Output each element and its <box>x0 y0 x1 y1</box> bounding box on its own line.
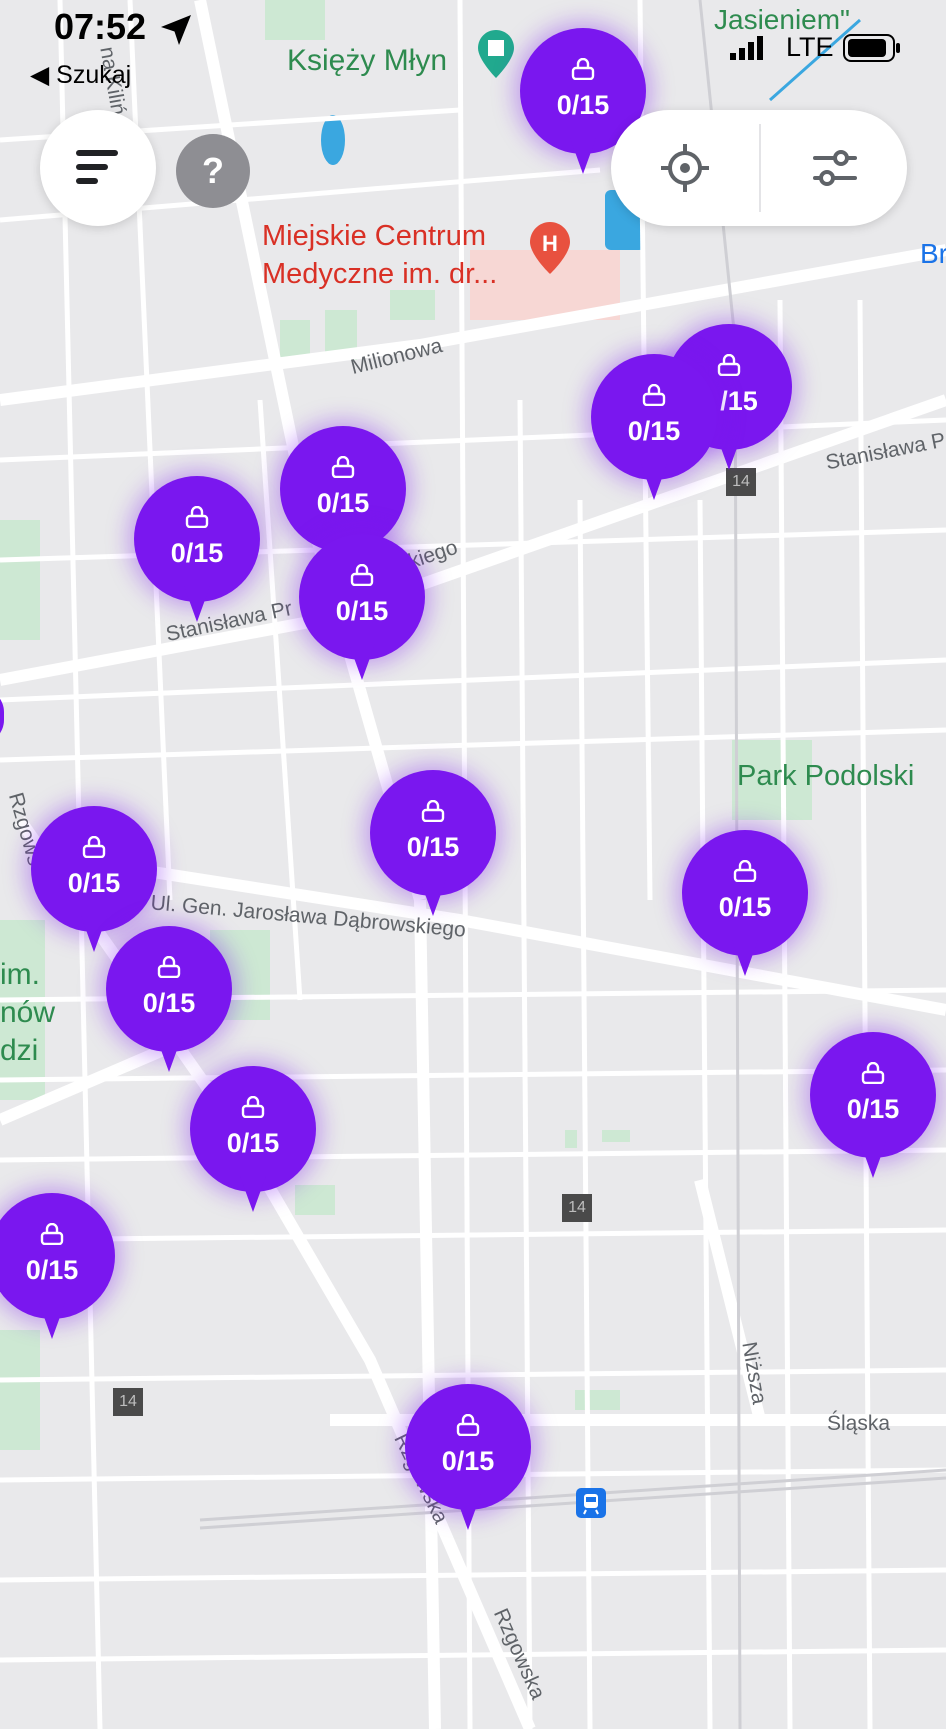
lock-icon <box>717 354 741 376</box>
locker-pin[interactable]: 0/15 <box>299 534 425 682</box>
locker-count: 0/15 <box>406 832 460 862</box>
poi-label-park-podolski: Park Podolski <box>737 760 915 792</box>
lock-icon <box>157 956 181 978</box>
lock-icon <box>40 1223 64 1245</box>
lock-icon <box>642 384 666 406</box>
crosshair-icon <box>661 144 709 192</box>
poi-label-fragment-1: im. <box>0 958 40 991</box>
locker-count: 0/15 <box>718 892 772 922</box>
poi-label-fragment-3: dzi <box>0 1034 39 1067</box>
locker-count: 0/15 <box>25 1255 79 1285</box>
map-controls-pill <box>611 110 907 226</box>
status-time: 07:52 <box>54 6 147 47</box>
locker-count: 0/15 <box>142 988 196 1018</box>
help-button[interactable]: ? <box>176 134 250 208</box>
poi-label-hospital-line1: Miejskie Centrum <box>262 220 486 252</box>
signal-icon <box>730 36 763 60</box>
battery-icon <box>843 34 900 62</box>
locker-count: 0/15 <box>335 596 389 626</box>
menu-button[interactable] <box>40 110 156 226</box>
network-type: LTE <box>786 32 834 62</box>
landmark-icon <box>478 30 514 83</box>
locker-count: 0/15 <box>846 1094 900 1124</box>
road-number-badge: 14 <box>113 1388 143 1416</box>
locker-pin[interactable]: 0/15 <box>682 830 808 978</box>
locate-me-button[interactable] <box>611 110 759 226</box>
lock-icon <box>82 836 106 858</box>
location-arrow-icon <box>161 15 191 45</box>
menu-icon <box>76 150 118 184</box>
lock-icon <box>571 58 595 80</box>
lock-icon <box>733 860 757 882</box>
poi-label-hospital-line2: Medyczne im. dr... <box>262 258 498 290</box>
lock-icon <box>350 564 374 586</box>
road-number-badge: 14 <box>562 1194 592 1222</box>
lock-icon <box>185 506 209 528</box>
lock-icon <box>331 456 355 478</box>
hospital-icon: H <box>530 222 570 279</box>
lock-icon <box>421 800 445 822</box>
locker-pin[interactable]: 0/15 <box>0 1193 115 1341</box>
road-number-badge: 14 <box>726 468 756 496</box>
locker-pin[interactable]: 0/15 <box>370 770 496 918</box>
poi-label-fragment-br: Br <box>920 238 946 269</box>
sliders-icon <box>813 150 857 186</box>
locker-count: 0/15 <box>226 1128 280 1158</box>
poi-label-fragment-2: nów <box>0 996 56 1029</box>
locker-count: 0/15 <box>441 1446 495 1476</box>
poi-label-ksiezy-mlyn: Księży Młyn <box>287 44 448 77</box>
locker-count: 0/15 <box>316 488 370 518</box>
svg-text:H: H <box>542 231 558 256</box>
locker-pin[interactable]: 0/15 <box>810 1032 936 1180</box>
locker-pin[interactable]: 0/15 <box>190 1066 316 1214</box>
train-station-icon <box>576 1488 606 1523</box>
locker-pin[interactable]: 0/15 <box>405 1384 531 1532</box>
locker-pin[interactable]: 0/15 <box>591 354 717 502</box>
filter-button[interactable] <box>761 110 907 226</box>
locker-count: 0/15 <box>170 538 224 568</box>
locker-pin[interactable]: 0/15 <box>106 926 232 1074</box>
back-to-search-link[interactable]: ◀ Szukaj <box>30 60 131 90</box>
locker-count: 0/15 <box>627 416 681 446</box>
street-label-slaska: Śląska <box>827 1412 891 1435</box>
lock-icon <box>861 1062 885 1084</box>
lock-icon <box>456 1414 480 1436</box>
locker-pin[interactable]: 0/15 <box>134 476 260 624</box>
locker-count: 0/15 <box>67 868 121 898</box>
lock-icon <box>241 1096 265 1118</box>
